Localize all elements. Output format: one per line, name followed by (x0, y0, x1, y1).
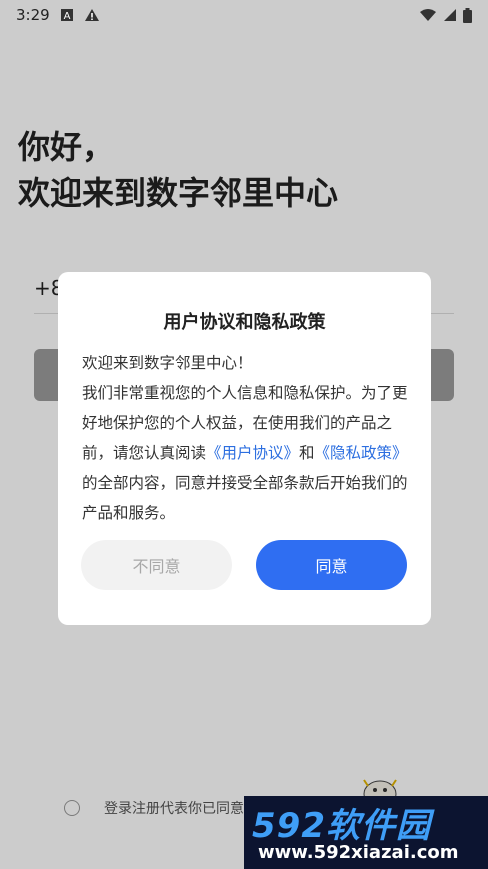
watermark-brand: 592软件园 (252, 806, 431, 846)
dialog-paragraph: 我们非常重视您的个人信息和隐私保护。为了更好地保护您的个人权益，在使用我们的产品… (82, 378, 408, 528)
warning-icon (84, 9, 99, 21)
svg-text:A: A (63, 11, 70, 22)
battery-icon (463, 7, 472, 23)
wifi-icon (420, 9, 436, 21)
signal-icon (444, 9, 456, 21)
status-bar: 3:29 A (0, 0, 488, 30)
a-box-icon: A (60, 9, 73, 22)
watermark-banner: 592软件园 www.592xiazai.com (244, 796, 488, 869)
login-page: 3:29 A 你好， 欢迎来到数字邻里中心 +8 登录注册代表你已同意 用户协议… (0, 0, 488, 869)
dialog-text-and: 和 (299, 444, 315, 462)
dialog-welcome-text: 欢迎来到数字邻里中心！ (82, 354, 253, 372)
privacy-policy-link[interactable]: 《隐私政策》 (315, 444, 408, 462)
status-time: 3:29 (16, 6, 50, 24)
dialog-title: 用户协议和隐私政策 (163, 312, 326, 333)
agree-button[interactable]: 同意 (256, 540, 407, 590)
dialog-text-2: 的全部内容，同意并接受全部条款后开始我们的产品和服务。 (82, 474, 408, 522)
disagree-button[interactable]: 不同意 (81, 540, 232, 590)
agreement-dialog: 用户协议和隐私政策 欢迎来到数字邻里中心！ 我们非常重视您的个人信息和隐私保护。… (58, 272, 431, 625)
dialog-body: 欢迎来到数字邻里中心！ 我们非常重视您的个人信息和隐私保护。为了更好地保护您的个… (82, 348, 408, 528)
watermark-url: www.592xiazai.com (258, 842, 459, 863)
user-agreement-link[interactable]: 《用户协议》 (206, 444, 299, 462)
